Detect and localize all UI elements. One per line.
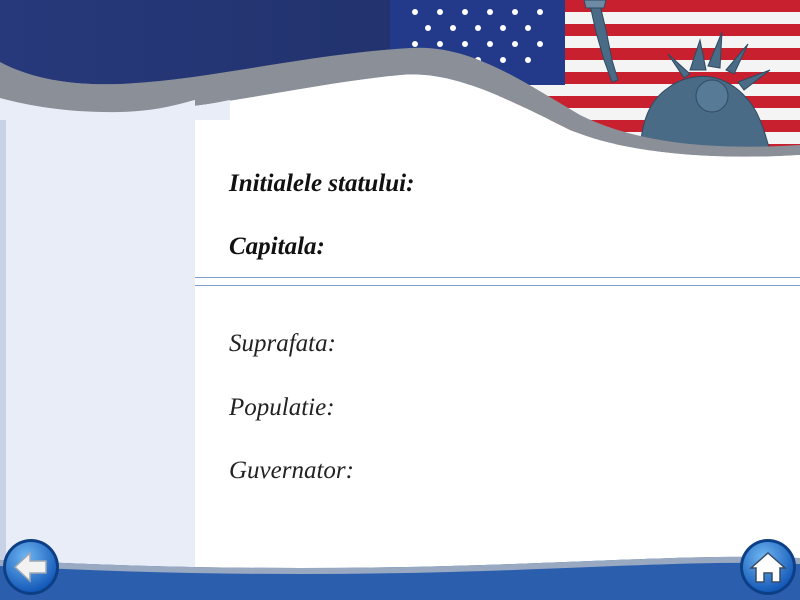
wave-overlay (0, 80, 240, 120)
left-sidebar-panel (0, 100, 195, 570)
state-initials-label: Initialele statului: (229, 170, 415, 197)
governor-label: Guvernator: (229, 457, 354, 484)
footer-wave (0, 556, 800, 600)
arrow-left-icon (3, 539, 59, 595)
bottom-divider (195, 285, 800, 286)
capital-label: Capitala: (229, 233, 325, 260)
home-icon (740, 539, 796, 595)
back-button[interactable] (2, 538, 60, 596)
sidebar-edge (0, 100, 6, 560)
area-label: Suprafata: (229, 330, 336, 357)
top-divider (195, 277, 800, 278)
home-button[interactable] (739, 538, 797, 596)
population-label: Populatie: (229, 394, 335, 421)
